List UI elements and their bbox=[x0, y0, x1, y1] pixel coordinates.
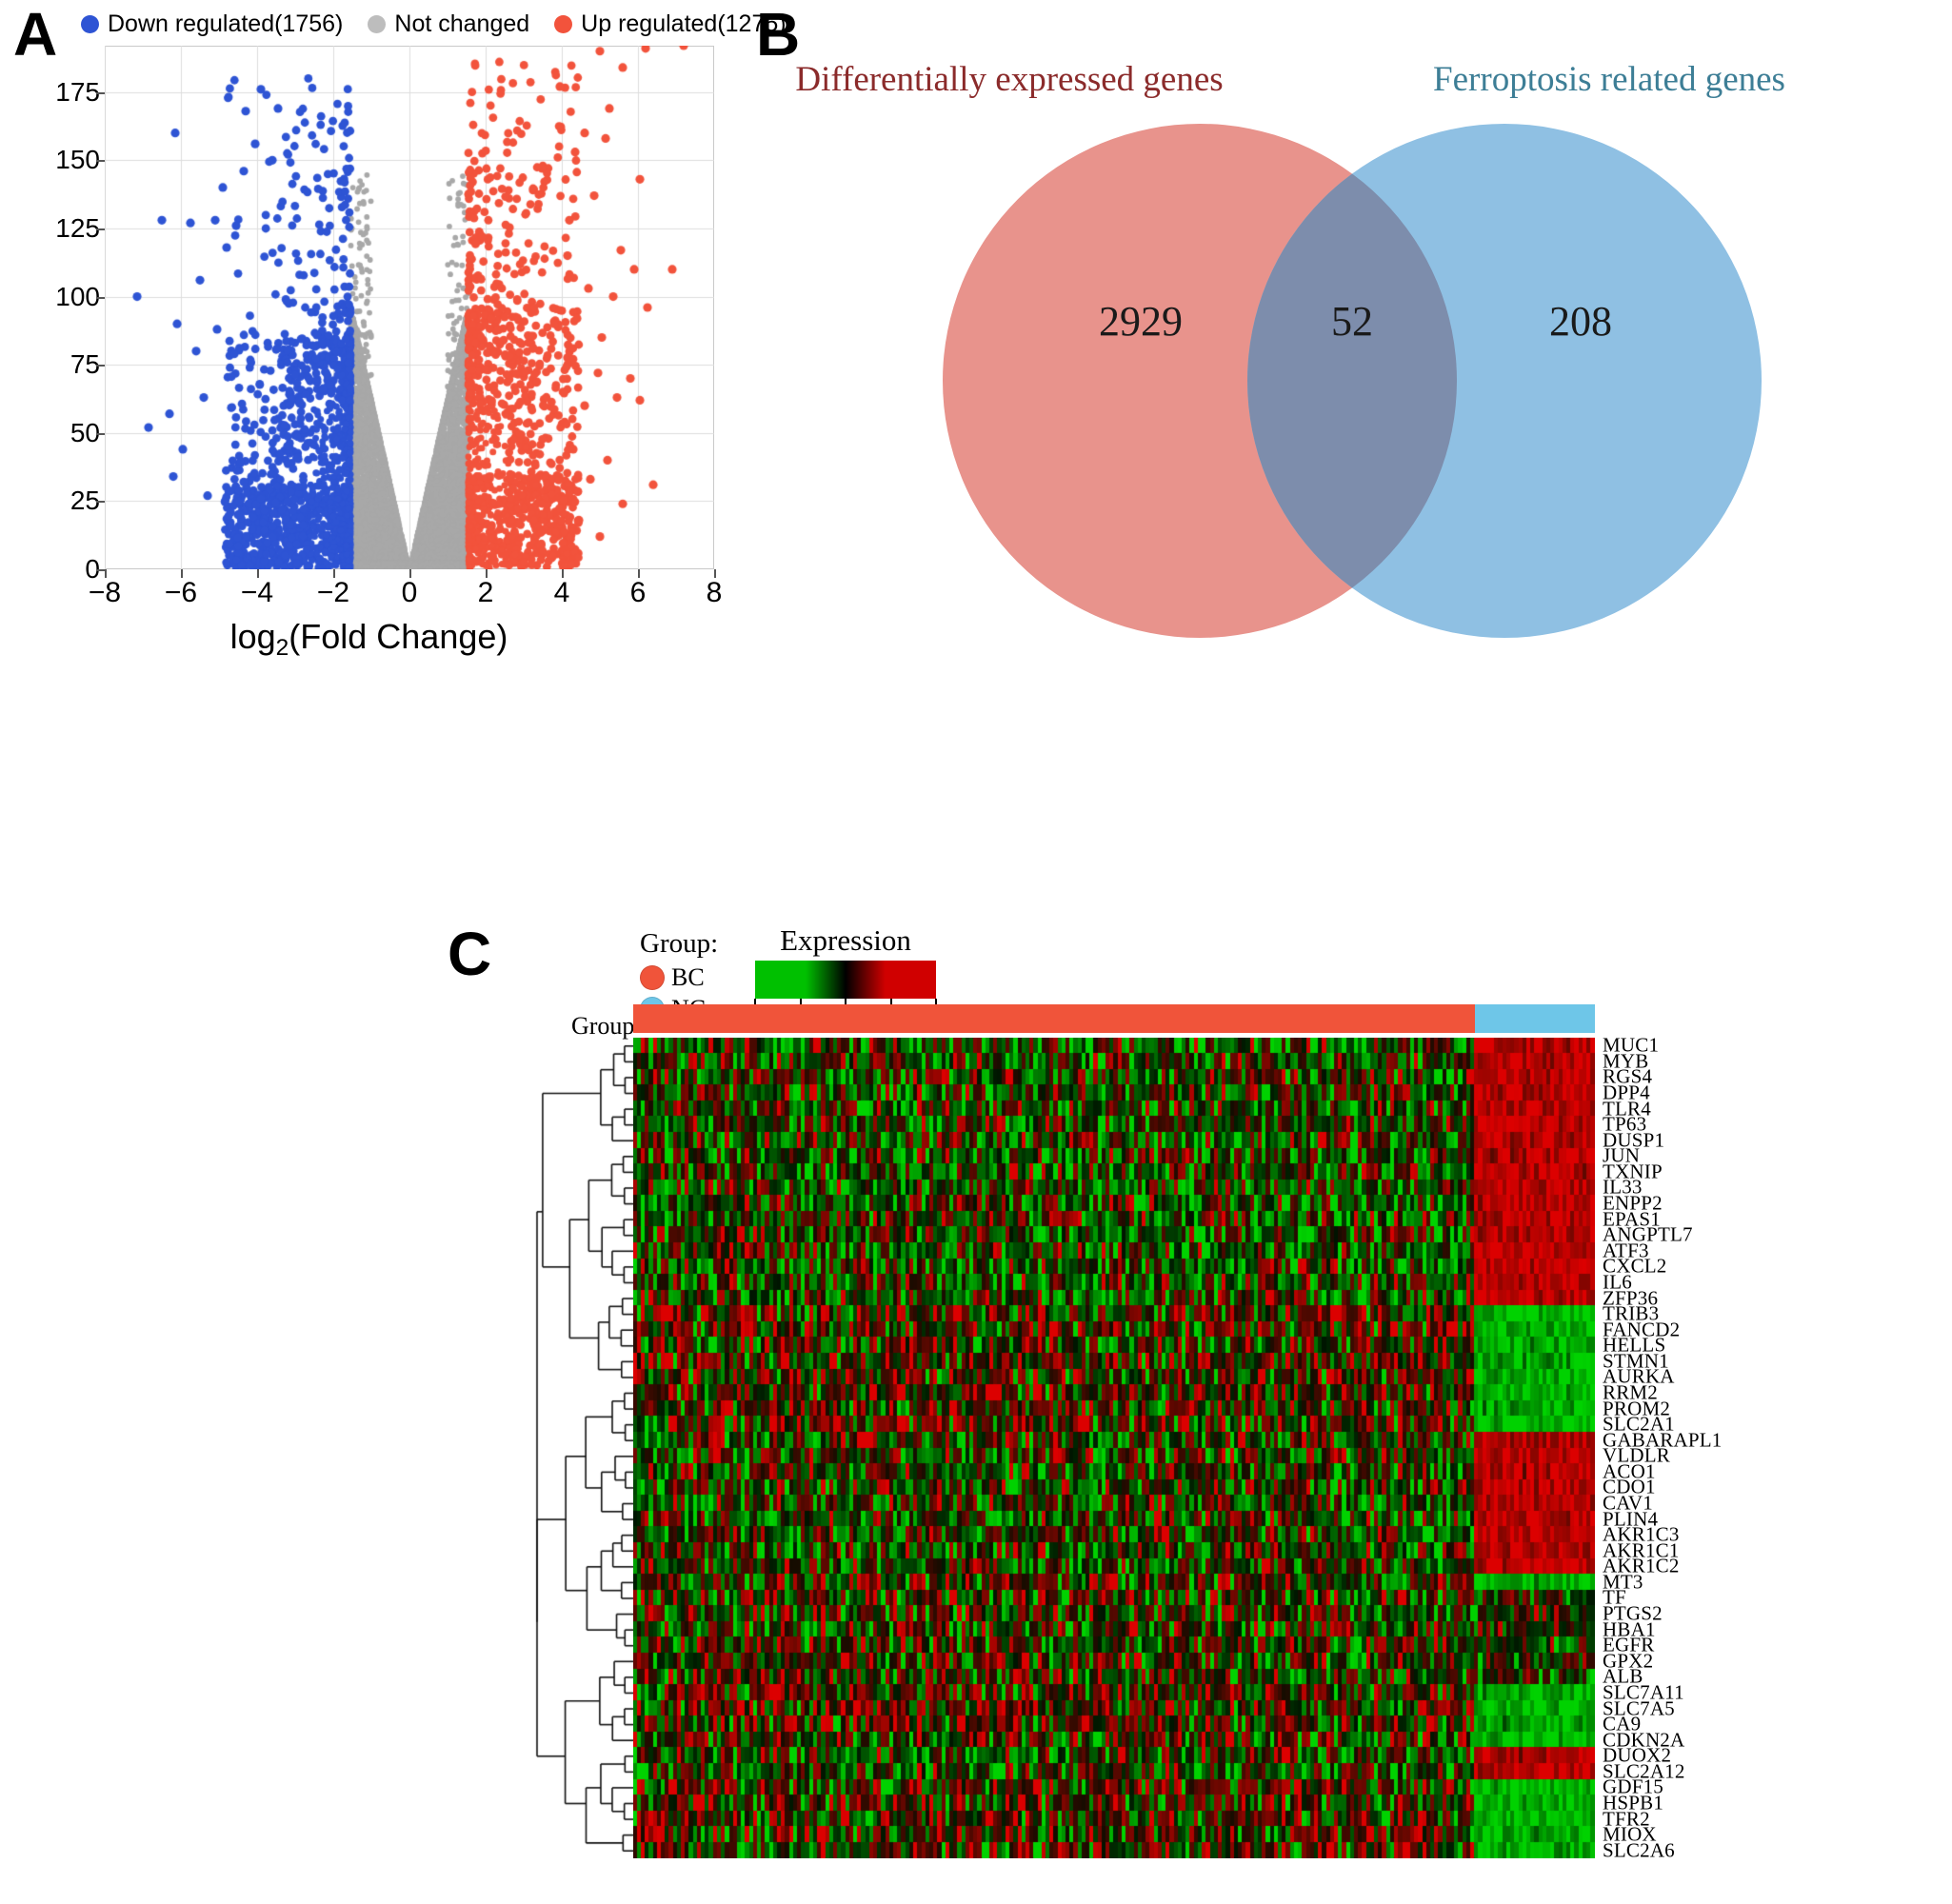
volcano-x-tick-mark bbox=[486, 569, 488, 578]
expression-colorbar bbox=[755, 961, 936, 999]
legend-label-not-changed: Not changed bbox=[394, 10, 530, 37]
panel-b-letter: B bbox=[756, 0, 801, 69]
panel-b-venn-diagram: B Differentially expressed genes Ferropt… bbox=[743, 0, 1952, 666]
legend-label-down: Down regulated(1756) bbox=[108, 10, 344, 37]
volcano-x-tick-label: 4 bbox=[553, 577, 570, 608]
group-annotation-row-label: Group bbox=[571, 1012, 635, 1040]
group-annotation-segment-nc bbox=[1474, 1004, 1595, 1033]
volcano-x-tick-label: −6 bbox=[164, 577, 198, 608]
group-annotation-bar bbox=[633, 1004, 1595, 1033]
volcano-y-tick-mark bbox=[96, 432, 105, 435]
volcano-y-tick-label: 125 bbox=[55, 212, 100, 243]
volcano-y-tick-label: 175 bbox=[55, 76, 100, 107]
group-dot-icon-bc bbox=[640, 965, 665, 990]
volcano-x-tick-label: −8 bbox=[88, 577, 122, 608]
volcano-plot-area bbox=[105, 46, 714, 569]
volcano-y-tick-mark bbox=[96, 569, 105, 571]
volcano-y-tick-label: 150 bbox=[55, 145, 100, 175]
legend-item-down-regulated: Down regulated(1756) bbox=[81, 10, 343, 38]
volcano-x-tick-label: 2 bbox=[477, 577, 494, 608]
volcano-y-tick-label: 25 bbox=[70, 486, 100, 516]
venn-set-label-deg: Differentially expressed genes bbox=[795, 60, 1224, 99]
volcano-x-tick-mark bbox=[257, 569, 259, 578]
venn-count-deg-only: 2929 bbox=[1099, 298, 1183, 345]
panel-a-letter: A bbox=[13, 0, 58, 69]
heatmap-gene-labels: MUC1 MYB RGS4 DPP4 TLR4 TP63 DUSP1 JUN TXNIP IL33… bbox=[1603, 1034, 1917, 1861]
volcano-x-tick-label: 0 bbox=[401, 577, 418, 608]
volcano-x-tick-label: 6 bbox=[629, 577, 647, 608]
x-axis-label-base: log bbox=[229, 617, 276, 656]
panel-c-heatmap: C Group: BC NC Expression −2−1012 Group … bbox=[0, 904, 1952, 1904]
volcano-x-tick-label: −2 bbox=[316, 577, 350, 608]
panel-c-letter: C bbox=[448, 920, 492, 988]
heatmap-canvas bbox=[633, 1038, 1595, 1858]
volcano-x-tick-mark bbox=[333, 569, 335, 578]
x-axis-label-rest: (Fold Change) bbox=[289, 617, 508, 656]
volcano-y-tick-mark bbox=[96, 501, 105, 504]
volcano-legend: Down regulated(1756) Not changed Up regu… bbox=[81, 8, 787, 40]
volcano-y-tick-mark bbox=[96, 365, 105, 367]
volcano-y-tick-label: 100 bbox=[55, 281, 100, 311]
row-dendrogram bbox=[533, 1038, 633, 1858]
legend-item-not-changed: Not changed bbox=[368, 10, 529, 38]
volcano-x-tick-mark bbox=[562, 569, 564, 578]
venn-count-frg-only: 208 bbox=[1549, 298, 1612, 345]
venn-set-label-frg: Ferroptosis related genes bbox=[1433, 60, 1785, 99]
volcano-x-tick-mark bbox=[105, 569, 107, 578]
volcano-x-tick-mark bbox=[409, 569, 411, 578]
panel-a-volcano-plot: A Down regulated(1756) Not changed Up re… bbox=[0, 0, 787, 666]
volcano-x-tick-label: 8 bbox=[706, 577, 723, 608]
volcano-x-tick-mark bbox=[181, 569, 183, 578]
volcano-scatter-canvas bbox=[105, 46, 714, 569]
volcano-y-tick-mark bbox=[96, 228, 105, 230]
legend-dot-icon-notchanged bbox=[368, 14, 387, 33]
venn-diagram-svg: 2929 52 208 bbox=[943, 124, 1762, 638]
volcano-x-axis-label: log2(Fold Change) bbox=[0, 617, 738, 662]
volcano-y-tick-mark bbox=[96, 91, 105, 94]
legend-dot-icon-down bbox=[81, 14, 99, 33]
volcano-y-tick-mark bbox=[96, 160, 105, 163]
volcano-y-tick-mark bbox=[96, 296, 105, 299]
group-annotation-segment-bc bbox=[633, 1004, 1475, 1033]
legend-dot-icon-up bbox=[554, 14, 573, 33]
volcano-x-tick-label: −4 bbox=[240, 577, 274, 608]
gene-label: SLC2A6 bbox=[1603, 1838, 1675, 1862]
expression-legend-title: Expression bbox=[780, 923, 911, 957]
volcano-x-tick-mark bbox=[714, 569, 716, 578]
venn-count-intersection: 52 bbox=[1331, 298, 1373, 345]
volcano-y-tick-label: 50 bbox=[70, 417, 100, 447]
volcano-y-tick-label: 75 bbox=[70, 349, 100, 380]
heatmap-matrix bbox=[633, 1038, 1595, 1858]
group-legend-label-bc: BC bbox=[671, 963, 705, 991]
x-axis-label-sub: 2 bbox=[275, 634, 289, 661]
volcano-x-tick-mark bbox=[638, 569, 640, 578]
